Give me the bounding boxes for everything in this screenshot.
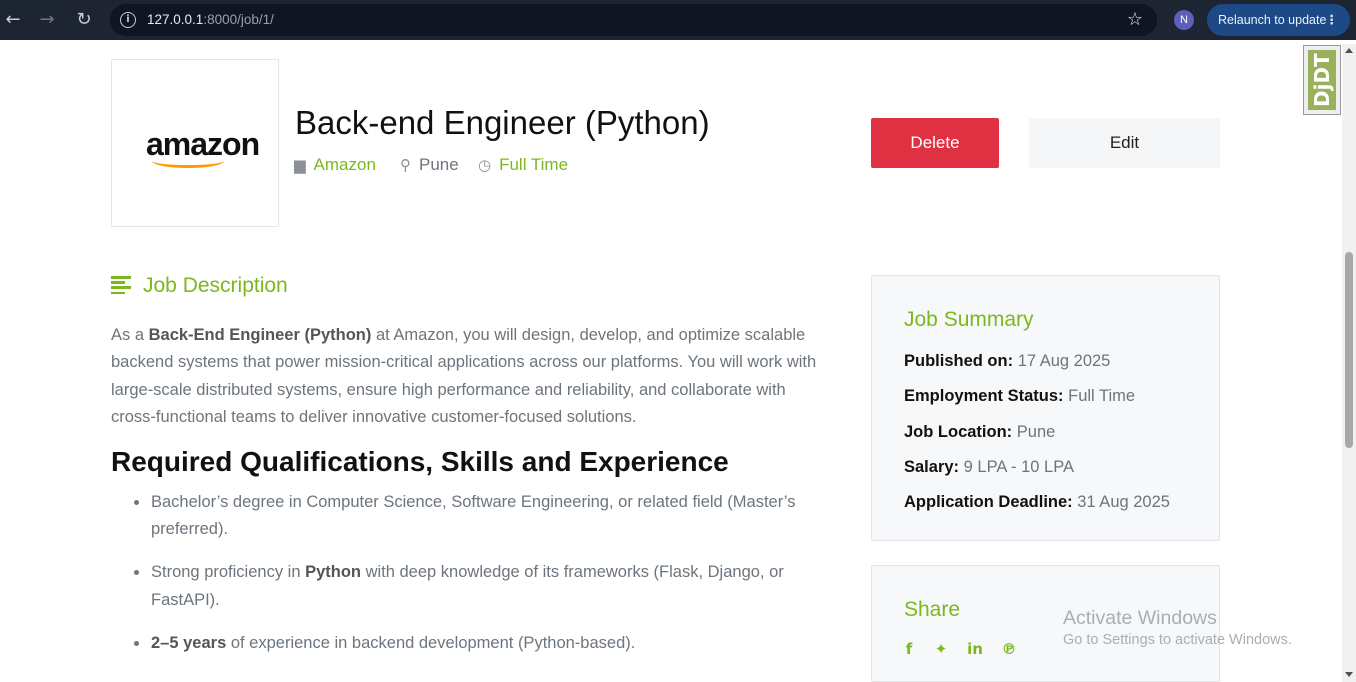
browser-toolbar: ← → ↻ i 127.0.0.1:8000/job/1/ ☆ N Relaun… xyxy=(0,0,1356,40)
job-type-link[interactable]: Full Time xyxy=(499,155,568,174)
amazon-smile-icon xyxy=(152,154,224,168)
deadline-row: Application Deadline: 31 Aug 2025 xyxy=(904,493,1170,511)
bookmark-star-icon[interactable]: ☆ xyxy=(1127,9,1143,30)
job-summary-title: Job Summary xyxy=(904,308,1034,331)
job-description-heading: Job Description xyxy=(111,274,288,298)
list-item: 2–5 years of experience in backend devel… xyxy=(111,630,811,657)
company-meta[interactable]: ▆ Amazon xyxy=(294,155,376,175)
requirements-list: Bachelor’s degree in Computer Science, S… xyxy=(111,489,811,673)
list-item: Strong proficiency in Python with deep k… xyxy=(111,559,811,614)
profile-avatar[interactable]: N xyxy=(1174,10,1194,30)
job-description-text: As a Back-End Engineer (Python) at Amazo… xyxy=(111,326,817,427)
forward-arrow-icon[interactable]: → xyxy=(37,10,57,30)
company-link[interactable]: Amazon xyxy=(314,155,376,174)
job-title: Back-end Engineer (Python) xyxy=(295,104,710,141)
debug-toolbar-handle[interactable]: DjDT xyxy=(1303,45,1341,115)
linkedin-icon[interactable]: in xyxy=(966,640,984,658)
share-title: Share xyxy=(904,598,961,621)
scroll-down-icon[interactable] xyxy=(1345,672,1353,677)
relaunch-button[interactable]: Relaunch to update ⋮ xyxy=(1207,4,1350,36)
more-menu-icon[interactable]: ⋮ xyxy=(1326,4,1339,36)
watermark-line1: Activate Windows xyxy=(1063,607,1217,629)
location-text: Pune xyxy=(419,155,459,174)
job-summary-card: Job Summary Published on: 17 Aug 2025 Em… xyxy=(871,275,1220,541)
salary-row: Salary: 9 LPA - 10 LPA xyxy=(904,458,1075,476)
scrollbar-thumb[interactable] xyxy=(1345,252,1353,448)
facebook-icon[interactable]: f xyxy=(900,640,918,658)
company-logo: amazon xyxy=(111,59,279,227)
employment-status-row: Employment Status: Full Time xyxy=(904,387,1136,405)
windows-activation-watermark: Activate Windows Go to Settings to activ… xyxy=(1063,607,1292,648)
debug-toolbar-label: DjDT xyxy=(1308,50,1336,110)
briefcase-icon: ▆ xyxy=(294,156,306,174)
scroll-up-icon[interactable] xyxy=(1345,48,1353,53)
site-info-icon[interactable]: i xyxy=(120,12,136,28)
page-scrollbar[interactable] xyxy=(1342,44,1356,682)
location-meta: ⚲ Pune xyxy=(400,155,459,175)
address-bar[interactable]: i 127.0.0.1:8000/job/1/ ☆ xyxy=(110,4,1157,36)
reload-icon[interactable]: ↻ xyxy=(74,10,94,30)
align-left-icon xyxy=(111,276,131,295)
twitter-icon[interactable]: ✦ xyxy=(932,640,950,658)
watermark-line2: Go to Settings to activate Windows. xyxy=(1063,632,1292,648)
published-row: Published on: 17 Aug 2025 xyxy=(904,352,1111,370)
map-pin-icon: ⚲ xyxy=(400,156,411,174)
pinterest-icon[interactable]: ℗ xyxy=(1000,640,1018,658)
requirements-heading: Required Qualifications, Skills and Expe… xyxy=(111,446,729,477)
job-type-meta[interactable]: ◷ Full Time xyxy=(478,155,568,175)
list-item: Bachelor’s degree in Computer Science, S… xyxy=(111,489,811,544)
job-location-row: Job Location: Pune xyxy=(904,423,1056,441)
edit-button[interactable]: Edit xyxy=(1029,118,1220,168)
clock-icon: ◷ xyxy=(478,156,492,174)
url-text[interactable]: 127.0.0.1:8000/job/1/ xyxy=(147,12,274,27)
delete-button[interactable]: Delete xyxy=(871,118,999,168)
back-arrow-icon[interactable]: ← xyxy=(3,10,23,30)
